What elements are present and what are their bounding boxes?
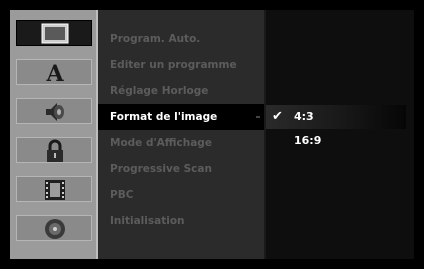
option-4-3[interactable]: ✔ 4:3 [266, 105, 406, 129]
category-lock[interactable] [16, 137, 92, 163]
option-16-9[interactable]: 16:9 [266, 129, 406, 153]
category-audio[interactable] [16, 98, 92, 124]
disc-icon [45, 219, 65, 239]
options-panel: ✔ 4:3 16:9 [266, 10, 414, 259]
menu-item-program-auto[interactable]: Program. Auto. [98, 26, 264, 52]
film-recording-icon [45, 180, 65, 200]
category-disc[interactable] [16, 215, 92, 241]
menu-item-display-mode[interactable]: Mode d'Affichage [98, 130, 264, 156]
settings-menu: Program. Auto. Editer un programme Régla… [98, 10, 266, 259]
menu-item-initialization[interactable]: Initialisation [98, 208, 264, 234]
option-label: 16:9 [294, 134, 322, 147]
menu-item-pbc[interactable]: PBC [98, 182, 264, 208]
language-a-icon: A [45, 61, 64, 85]
category-icon-column: A [10, 10, 98, 259]
menu-item-progressive-scan[interactable]: Progressive Scan [98, 156, 264, 182]
lock-icon [47, 139, 63, 162]
audio-speaker-icon [46, 103, 64, 121]
category-recording[interactable] [16, 176, 92, 202]
option-label: 4:3 [294, 110, 314, 123]
picture-tv-icon [41, 23, 69, 44]
category-picture[interactable] [16, 20, 92, 46]
checkmark-icon: ✔ [272, 109, 283, 124]
svg-text:A: A [45, 61, 64, 85]
menu-item-aspect-ratio[interactable]: Format de l'image [98, 104, 264, 130]
menu-item-edit-program[interactable]: Editer un programme [98, 52, 264, 78]
menu-item-clock-setting[interactable]: Réglage Horloge [98, 78, 264, 104]
category-language[interactable]: A [16, 59, 92, 85]
